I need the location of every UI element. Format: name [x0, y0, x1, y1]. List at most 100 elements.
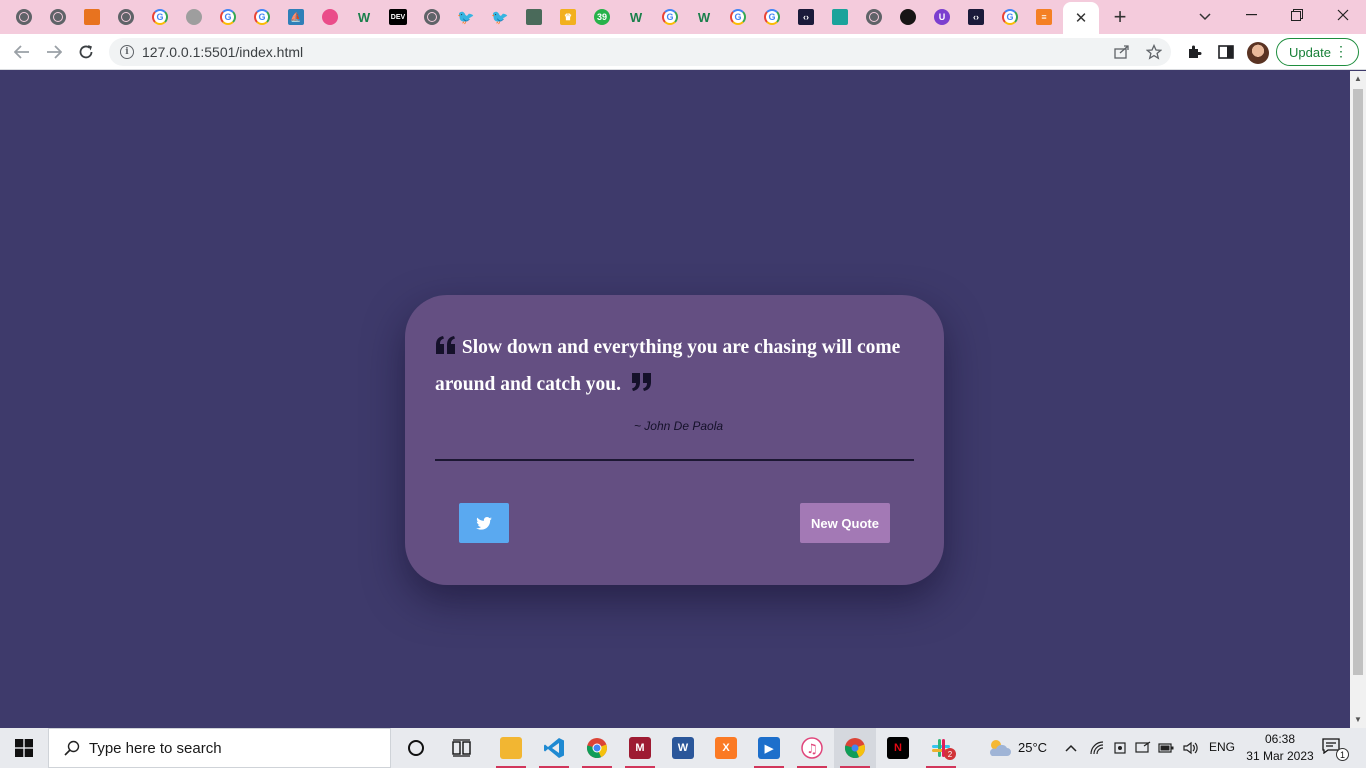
card-divider [435, 459, 914, 461]
slack-icon[interactable]: 2 [920, 728, 962, 768]
google-icon: G [764, 9, 780, 25]
browser-tab[interactable] [415, 2, 449, 32]
browser-tab[interactable] [823, 2, 857, 32]
battery-icon[interactable] [1158, 740, 1174, 756]
browser-toolbar: i 127.0.0.1:5501/index.html Update ⋮ [0, 34, 1366, 70]
scroll-up-icon[interactable]: ▲ [1353, 74, 1363, 84]
browser-tab[interactable]: G [143, 2, 177, 32]
close-window-icon[interactable] [1320, 0, 1366, 30]
dribbble-icon [322, 9, 338, 25]
diamond-icon [832, 9, 848, 25]
browser-tab[interactable]: ‹› [789, 2, 823, 32]
tab-strip: G G G ⛵ W DEV 🐦 🐦 ♛ 39 W G W G G ‹› U ‹› G ≡ ✕ + [0, 0, 1366, 34]
browser-tab[interactable]: G [245, 2, 279, 32]
browser-tab[interactable] [177, 2, 211, 32]
profile-avatar[interactable] [1247, 42, 1269, 64]
page-scrollbar[interactable]: ▲ ▼ [1350, 71, 1366, 728]
chrome-icon[interactable] [576, 728, 618, 768]
browser-tab[interactable] [857, 2, 891, 32]
update-button[interactable]: Update ⋮ [1276, 38, 1359, 66]
notifications-icon[interactable]: 1 [1322, 738, 1349, 761]
purple-u-icon: U [934, 9, 950, 25]
new-quote-button[interactable]: New Quote [800, 503, 890, 543]
browser-tab[interactable]: DEV [381, 2, 415, 32]
side-panel-icon[interactable] [1214, 40, 1238, 64]
windows-taskbar: Type here to search M W X ▶ ♫ N 2 25°C E… [0, 728, 1366, 768]
shield-icon [526, 9, 542, 25]
browser-tab[interactable]: W [687, 2, 721, 32]
orange-square-icon [84, 9, 100, 25]
browser-tab[interactable]: G [211, 2, 245, 32]
display-icon[interactable] [1135, 740, 1151, 756]
itunes-icon[interactable]: ♫ [791, 728, 833, 768]
browser-tab[interactable]: W [619, 2, 653, 32]
word-icon[interactable]: W [662, 728, 704, 768]
extensions-icon[interactable] [1182, 40, 1206, 64]
restore-icon[interactable] [1274, 0, 1320, 30]
browser-tab[interactable]: G [993, 2, 1027, 32]
taskbar-search[interactable]: Type here to search [48, 728, 391, 768]
active-tab[interactable]: ✕ [1063, 2, 1099, 34]
webflow-icon: W [629, 9, 643, 25]
address-bar[interactable]: i 127.0.0.1:5501/index.html [109, 38, 1171, 66]
search-placeholder: Type here to search [89, 739, 222, 757]
browser-tab[interactable]: 39 [585, 2, 619, 32]
chrome-profile-icon[interactable] [834, 728, 876, 768]
menu-dots-icon[interactable]: ⋮ [1334, 43, 1348, 60]
clock[interactable]: 06:38 31 Mar 2023 [1240, 731, 1320, 765]
language-indicator[interactable]: ENG [1209, 740, 1235, 754]
browser-tab[interactable]: ⛵ [279, 2, 313, 32]
file-explorer-icon[interactable] [490, 728, 532, 768]
url-text[interactable]: 127.0.0.1:5501/index.html [142, 44, 303, 60]
network-icon[interactable] [1089, 740, 1105, 756]
close-tab-icon[interactable]: ✕ [1075, 9, 1088, 27]
task-view-icon[interactable] [441, 728, 483, 768]
vscode-icon[interactable] [533, 728, 575, 768]
browser-tab[interactable]: U [925, 2, 959, 32]
minimize-icon[interactable] [1228, 0, 1274, 30]
weather-icon[interactable] [984, 728, 1014, 768]
tray-chevron-icon[interactable] [1063, 740, 1079, 756]
cortana-icon[interactable] [395, 728, 437, 768]
code-icon: ‹› [968, 9, 984, 25]
bookmark-star-icon[interactable] [1144, 42, 1164, 62]
volume-icon[interactable] [1183, 740, 1199, 756]
start-button[interactable] [0, 728, 48, 768]
xampp-icon[interactable]: X [705, 728, 747, 768]
browser-tab[interactable] [75, 2, 109, 32]
quote-text: Slow down and everything you are chasing… [435, 337, 901, 395]
forward-button[interactable] [40, 38, 68, 66]
browser-tab[interactable]: G [755, 2, 789, 32]
scroll-down-icon[interactable]: ▼ [1353, 715, 1363, 725]
browser-tab[interactable] [517, 2, 551, 32]
browser-tab[interactable]: 🐦 [449, 2, 483, 32]
share-icon[interactable] [1112, 42, 1132, 62]
browser-tab[interactable]: G [721, 2, 755, 32]
weather-temp[interactable]: 25°C [1018, 740, 1047, 755]
browser-tab[interactable]: W [347, 2, 381, 32]
browser-tab[interactable]: 🐦 [483, 2, 517, 32]
browser-tab[interactable] [891, 2, 925, 32]
browser-tab[interactable] [41, 2, 75, 32]
quote-card: Slow down and everything you are chasing… [405, 295, 944, 585]
tweet-button[interactable] [459, 503, 509, 543]
browser-tab[interactable] [7, 2, 41, 32]
browser-tab[interactable] [109, 2, 143, 32]
browser-tab[interactable]: G [653, 2, 687, 32]
tab-search-icon[interactable] [1192, 4, 1218, 30]
browser-tab[interactable]: ‹› [959, 2, 993, 32]
site-info-icon[interactable]: i [120, 45, 134, 59]
twitter-icon: 🐦 [491, 8, 509, 25]
netflix-icon[interactable]: N [877, 728, 919, 768]
browser-tab[interactable] [313, 2, 347, 32]
reload-button[interactable] [72, 38, 100, 66]
back-button[interactable] [8, 38, 36, 66]
browser-tab[interactable]: ≡ [1027, 2, 1061, 32]
browser-tab[interactable]: ♛ [551, 2, 585, 32]
media-player-icon[interactable]: ▶ [748, 728, 790, 768]
new-tab-button[interactable]: + [1107, 4, 1133, 30]
meet-now-icon[interactable] [1112, 740, 1128, 756]
counter-icon: 39 [594, 9, 610, 25]
mendeley-icon[interactable]: M [619, 728, 661, 768]
scroll-thumb[interactable] [1353, 89, 1363, 675]
